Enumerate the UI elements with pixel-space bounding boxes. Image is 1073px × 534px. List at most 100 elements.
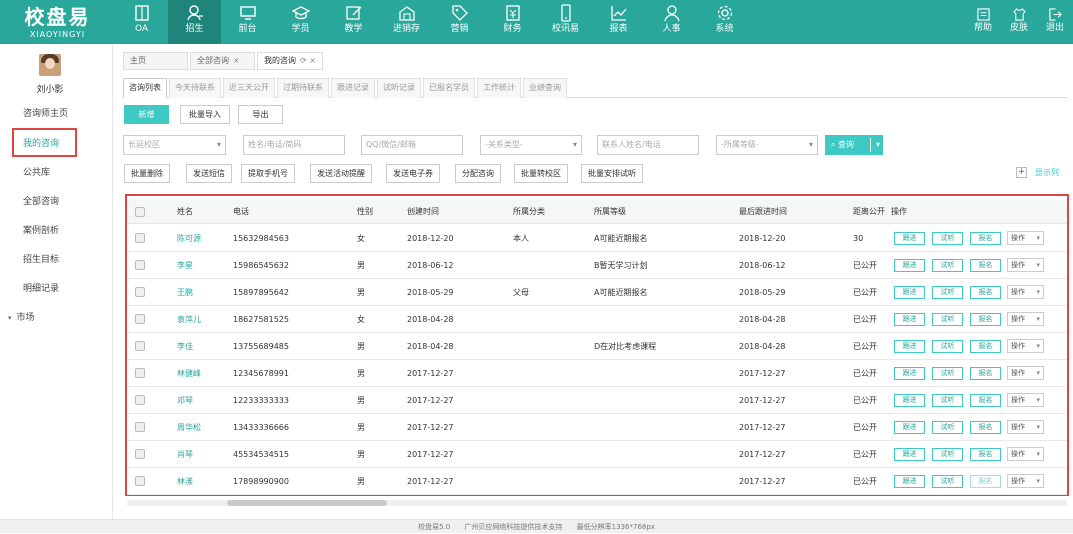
subtab-2[interactable]: 近三天公开 bbox=[223, 78, 275, 98]
contact-input[interactable]: 联系人姓名/电话 bbox=[597, 135, 699, 155]
trial-button[interactable]: 试听 bbox=[932, 340, 963, 353]
col-distance[interactable]: 距离公开 bbox=[853, 200, 885, 224]
close-icon[interactable]: ⟳ × bbox=[300, 56, 316, 65]
ops-select[interactable]: 操作 bbox=[1007, 285, 1044, 299]
row-checkbox[interactable] bbox=[135, 233, 145, 243]
action-button-4[interactable]: 发送电子券 bbox=[386, 164, 440, 183]
ops-select[interactable]: 操作 bbox=[1007, 339, 1044, 353]
cell-name[interactable]: 林健峰 bbox=[177, 360, 201, 387]
subtab-4[interactable]: 跟进记录 bbox=[331, 78, 375, 98]
subtab-6[interactable]: 已报名学员 bbox=[423, 78, 475, 98]
follow-button[interactable]: 跟进 bbox=[894, 367, 925, 380]
close-icon[interactable]: × bbox=[233, 56, 240, 65]
signup-button[interactable]: 报名 bbox=[970, 475, 1001, 488]
relation-type-select[interactable]: -关系类型- bbox=[480, 135, 582, 155]
follow-button[interactable]: 跟进 bbox=[894, 421, 925, 434]
search-button[interactable]: ⌕ 查询 ▾ bbox=[825, 135, 883, 155]
nav-item-finance[interactable]: 财务 bbox=[486, 0, 539, 44]
sidebar-item-6[interactable]: 明细记录 bbox=[0, 275, 113, 303]
signup-button[interactable]: 报名 bbox=[970, 367, 1001, 380]
nav-item-users[interactable]: 人事 bbox=[645, 0, 698, 44]
signup-button[interactable]: 报名 bbox=[970, 286, 1001, 299]
col-name[interactable]: 姓名 bbox=[177, 200, 193, 224]
nav-item-edit[interactable]: 教学 bbox=[327, 0, 380, 44]
add-column-icon[interactable]: + bbox=[1016, 167, 1027, 178]
signup-button[interactable]: 报名 bbox=[970, 232, 1001, 245]
sidebar-item-3[interactable]: 全部咨询 bbox=[0, 188, 113, 216]
action-button-5[interactable]: 分配咨询 bbox=[455, 164, 501, 183]
batch-import-button[interactable]: 批量导入 bbox=[180, 105, 230, 124]
action-button-7[interactable]: 批量安排试听 bbox=[581, 164, 643, 183]
action-button-3[interactable]: 发送活动提醒 bbox=[310, 164, 372, 183]
horizontal-scrollbar[interactable] bbox=[127, 500, 1067, 506]
trial-button[interactable]: 试听 bbox=[932, 259, 963, 272]
cell-name[interactable]: 邓琴 bbox=[177, 387, 193, 414]
col-created[interactable]: 创建时间 bbox=[407, 200, 439, 224]
nav-item-user[interactable]: 招生 bbox=[168, 0, 221, 44]
row-checkbox[interactable] bbox=[135, 395, 145, 405]
tab-2[interactable]: 我的咨询 ⟳ × bbox=[257, 52, 323, 70]
avatar[interactable] bbox=[39, 54, 61, 76]
trial-button[interactable]: 试听 bbox=[932, 448, 963, 461]
nav-item-tag[interactable]: 营销 bbox=[433, 0, 486, 44]
cell-name[interactable]: 李星 bbox=[177, 252, 193, 279]
signup-button[interactable]: 报名 bbox=[970, 394, 1001, 407]
cell-name[interactable]: 李佳 bbox=[177, 333, 193, 360]
name-phone-input[interactable]: 姓名/电话/简码 bbox=[243, 135, 345, 155]
subtab-7[interactable]: 工作统计 bbox=[477, 78, 521, 98]
signup-button[interactable]: 报名 bbox=[970, 421, 1001, 434]
trial-button[interactable]: 试听 bbox=[932, 394, 963, 407]
col-category[interactable]: 所属分类 bbox=[513, 200, 545, 224]
tab-0[interactable]: 主页 bbox=[123, 52, 188, 70]
ops-select[interactable]: 操作 bbox=[1007, 393, 1044, 407]
follow-button[interactable]: 跟进 bbox=[894, 448, 925, 461]
action-button-0[interactable]: 批量删除 bbox=[124, 164, 170, 183]
cell-name[interactable]: 肖琴 bbox=[177, 441, 193, 468]
nav-item-shirt[interactable]: 皮肤 bbox=[1001, 0, 1037, 44]
trial-button[interactable]: 试听 bbox=[932, 232, 963, 245]
subtab-1[interactable]: 今天待联系 bbox=[169, 78, 221, 98]
col-gender[interactable]: 性别 bbox=[357, 200, 373, 224]
nav-item-gear[interactable]: 系统 bbox=[698, 0, 751, 44]
campus-select[interactable]: 长延校区 bbox=[123, 135, 226, 155]
follow-button[interactable]: 跟进 bbox=[894, 232, 925, 245]
row-checkbox[interactable] bbox=[135, 341, 145, 351]
action-button-1[interactable]: 发送短信 bbox=[186, 164, 232, 183]
ops-select[interactable]: 操作 bbox=[1007, 366, 1044, 380]
nav-item-logout[interactable]: 退出 bbox=[1037, 0, 1073, 44]
nav-item-help[interactable]: 帮助 bbox=[965, 0, 1001, 44]
row-checkbox[interactable] bbox=[135, 476, 145, 486]
action-button-6[interactable]: 批量转校区 bbox=[514, 164, 568, 183]
trial-button[interactable]: 试听 bbox=[932, 313, 963, 326]
row-checkbox[interactable] bbox=[135, 449, 145, 459]
action-button-2[interactable]: 提取手机号 bbox=[241, 164, 295, 183]
nav-item-graduation-cap[interactable]: 学员 bbox=[274, 0, 327, 44]
ops-select[interactable]: 操作 bbox=[1007, 447, 1044, 461]
subtab-5[interactable]: 试听记录 bbox=[377, 78, 421, 98]
chevron-down-icon[interactable]: ▾ bbox=[876, 135, 880, 155]
cell-name[interactable]: 王鹏 bbox=[177, 279, 193, 306]
tab-1[interactable]: 全部咨询 × bbox=[190, 52, 255, 70]
ops-select[interactable]: 操作 bbox=[1007, 258, 1044, 272]
select-all-checkbox[interactable] bbox=[135, 207, 145, 217]
subtab-0[interactable]: 咨询列表 bbox=[123, 78, 167, 98]
row-checkbox[interactable] bbox=[135, 422, 145, 432]
nav-item-book[interactable]: OA bbox=[115, 0, 168, 44]
show-columns-link[interactable]: 显示列 bbox=[1035, 167, 1059, 178]
follow-button[interactable]: 跟进 bbox=[894, 394, 925, 407]
export-button[interactable]: 导出 bbox=[238, 105, 283, 124]
nav-item-warehouse[interactable]: 进销存 bbox=[380, 0, 433, 44]
sidebar-item-5[interactable]: 招生目标 bbox=[0, 246, 113, 274]
trial-button[interactable]: 试听 bbox=[932, 286, 963, 299]
nav-item-chart[interactable]: 报表 bbox=[592, 0, 645, 44]
follow-button[interactable]: 跟进 bbox=[894, 475, 925, 488]
follow-button[interactable]: 跟进 bbox=[894, 286, 925, 299]
signup-button[interactable]: 报名 bbox=[970, 259, 1001, 272]
signup-button[interactable]: 报名 bbox=[970, 448, 1001, 461]
ops-select[interactable]: 操作 bbox=[1007, 474, 1044, 488]
trial-button[interactable]: 试听 bbox=[932, 421, 963, 434]
ops-select[interactable]: 操作 bbox=[1007, 231, 1044, 245]
follow-button[interactable]: 跟进 bbox=[894, 313, 925, 326]
follow-button[interactable]: 跟进 bbox=[894, 340, 925, 353]
signup-button[interactable]: 报名 bbox=[970, 313, 1001, 326]
